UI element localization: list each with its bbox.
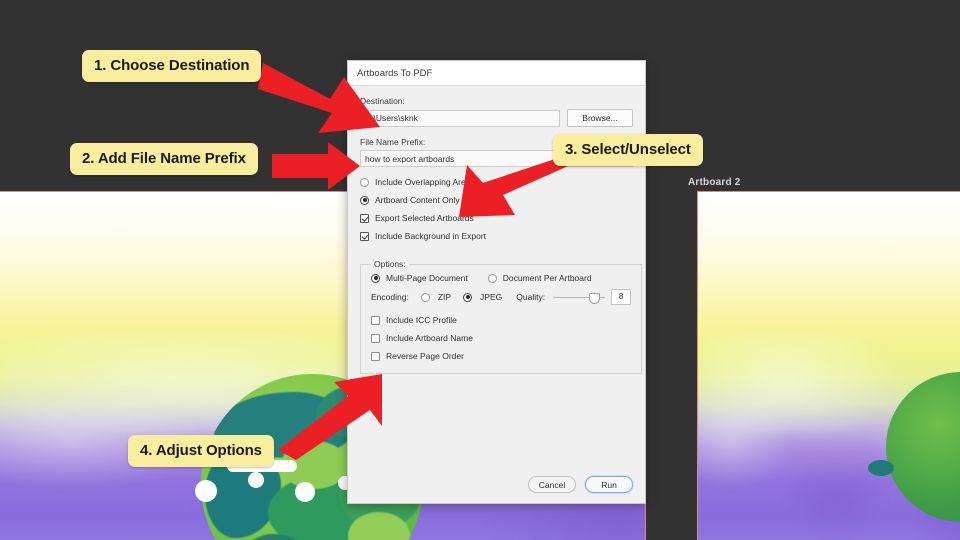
option-label: Include ICC Profile [386, 315, 457, 325]
browse-button[interactable]: Browse... [567, 109, 633, 127]
option-include-artboard-name[interactable]: Include Artboard Name [371, 333, 631, 343]
app-canvas: Artboard 2 Artboards To PDF Destination:… [0, 0, 960, 540]
option-include-icc-profile[interactable]: Include ICC Profile [371, 315, 631, 325]
radio-icon-multi-page-document[interactable] [371, 273, 380, 283]
cancel-button[interactable]: Cancel [528, 476, 576, 493]
quality-label: Quality: [516, 292, 546, 302]
zip-label: ZIP [437, 292, 452, 302]
encoding-label: Encoding: [371, 292, 409, 302]
multi-page-document-label: Multi-Page Document [386, 273, 468, 283]
option-label: Reverse Page Order [386, 351, 464, 361]
quality-slider-wrap: 8 [553, 289, 632, 305]
option-artboard-content-only[interactable]: Artboard Content Only [360, 195, 633, 205]
option-include-background-in-export[interactable]: Include Background in Export [360, 231, 633, 241]
checkbox-icon-include-icc-profile[interactable] [371, 315, 380, 325]
slider-thumb[interactable] [589, 292, 601, 304]
dialog-titlebar: Artboards To PDF [348, 61, 645, 86]
dialog-title: Artboards To PDF [357, 67, 433, 79]
option-reverse-page-order[interactable]: Reverse Page Order [371, 351, 631, 361]
option-export-selected-artboards[interactable]: Export Selected Artboards [360, 213, 633, 223]
option-label: Include Background in Export [375, 231, 487, 241]
option-label: Artboard Content Only [375, 195, 460, 205]
checkbox-icon-include-artboard-name[interactable] [371, 333, 380, 343]
artboard-2[interactable] [697, 191, 960, 540]
option-label: Export Selected Artboards [375, 213, 474, 223]
destination-label: Destination: [360, 96, 405, 106]
option-label: Include Artboard Name [386, 333, 473, 343]
run-button[interactable]: Run [585, 476, 633, 493]
options-group: Options: Multi-Page Document Document Pe… [360, 259, 643, 374]
quality-slider[interactable] [553, 292, 606, 304]
encoding-row: Encoding: ZIP JPEG Quality: 8 [371, 289, 632, 305]
callout-3: 3. Select/Unselect [553, 134, 703, 166]
radio-icon-include-overlapping-areas[interactable] [360, 177, 369, 187]
callout-4: 4. Adjust Options [128, 435, 274, 467]
radio-icon-zip[interactable] [420, 292, 430, 302]
option-include-overlapping-areas[interactable]: Include Overlapping Areas [360, 177, 633, 187]
destination-input[interactable] [360, 109, 560, 127]
quality-value[interactable]: 8 [611, 289, 632, 305]
callout-2: 2. Add File Name Prefix [70, 143, 258, 175]
radio-icon-artboard-content-only[interactable] [360, 195, 369, 205]
radio-icon-document-per-artboard[interactable] [487, 273, 497, 283]
dialog-footer: Cancel Run [528, 476, 633, 493]
checkbox-icon-export-selected-artboards[interactable] [360, 213, 369, 223]
option-label: Include Overlapping Areas [375, 177, 475, 187]
document-mode-row: Multi-Page Document Document Per Artboar… [371, 273, 631, 283]
document-per-artboard-label: Document Per Artboard [502, 273, 592, 283]
checkbox-icon-reverse-page-order[interactable] [371, 351, 380, 361]
options-legend: Options: [374, 259, 406, 269]
globe-speck [868, 460, 894, 476]
radio-icon-jpeg[interactable] [463, 292, 473, 302]
artboard-2-label: Artboard 2 [688, 177, 741, 188]
jpeg-label: JPEG [480, 292, 503, 302]
artboards-to-pdf-dialog: Artboards To PDF Destination: Browse... … [347, 60, 646, 504]
destination-row: Browse... [360, 109, 633, 127]
callout-1: 1. Choose Destination [82, 50, 262, 82]
checkbox-icon-include-background-in-export[interactable] [360, 231, 369, 241]
